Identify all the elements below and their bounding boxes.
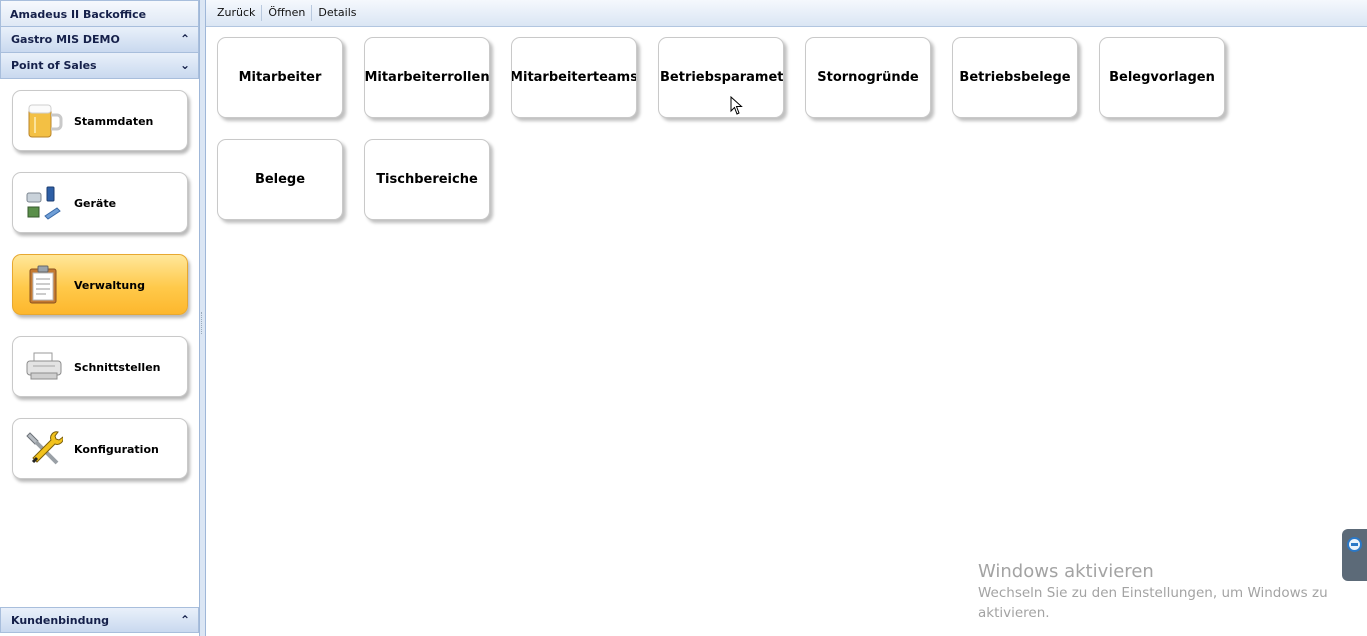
group-header-label: Kundenbindung <box>11 614 110 627</box>
tile-mitarbeiterrollen[interactable]: Mitarbeiterrollen <box>364 37 490 118</box>
devices-icon <box>26 186 61 220</box>
splitter-grip-icon <box>201 312 204 334</box>
watermark-subtitle: Wechseln Sie zu den Einstellungen, um Wi… <box>978 585 1328 621</box>
sidebar-item-konfiguration[interactable]: Konfiguration <box>12 418 188 479</box>
group-header-label: Point of Sales <box>11 59 97 72</box>
remote-support-handle[interactable] <box>1342 529 1367 581</box>
navigation-sidebar: Amadeus II Backoffice Gastro MIS DEMO ⌃ … <box>0 0 200 636</box>
mouse-cursor-icon <box>730 96 743 115</box>
chevron-up-icon: ⌃ <box>179 32 190 46</box>
tools-icon <box>26 431 63 465</box>
beer-mug-icon <box>28 104 63 138</box>
tile-betriebsparameter[interactable]: Betriebsparameter <box>658 37 784 118</box>
sidebar-item-label: Schnittstellen <box>74 361 161 374</box>
open-button[interactable]: Öffnen <box>262 5 313 21</box>
group-header-point-of-sales[interactable]: Point of Sales ⌄ <box>0 53 199 79</box>
remote-support-icon <box>1347 537 1362 552</box>
tile-belegvorlagen[interactable]: Belegvorlagen <box>1099 37 1225 118</box>
sidebar-item-label: Konfiguration <box>74 443 159 456</box>
tile-tischbereiche[interactable]: Tischbereiche <box>364 139 490 220</box>
group-header-gastro-mis-demo[interactable]: Gastro MIS DEMO ⌃ <box>0 27 199 53</box>
chevron-down-icon: ⌄ <box>179 58 190 72</box>
chevron-up-icon: ⌃ <box>179 613 190 627</box>
details-button[interactable]: Details <box>312 5 362 21</box>
tile-belege[interactable]: Belege <box>217 139 343 220</box>
sidebar-item-label: Stammdaten <box>74 115 154 128</box>
group-header-kundenbindung[interactable]: Kundenbindung ⌃ <box>0 607 199 633</box>
sidebar-item-stammdaten[interactable]: Stammdaten <box>12 90 188 151</box>
watermark-title: Windows aktivieren <box>978 561 1154 582</box>
sidebar-item-geraete[interactable]: Geräte <box>12 172 188 233</box>
windows-activation-watermark: Windows aktivieren Wechseln Sie zu den E… <box>978 561 1338 623</box>
sidebar-tile-list: Stammdaten Geräte Verwaltung Schnittstel… <box>0 80 199 600</box>
tile-mitarbeiterteams[interactable]: Mitarbeiterteams <box>511 37 637 118</box>
tile-mitarbeiter[interactable]: Mitarbeiter <box>217 37 343 118</box>
group-header-label: Gastro MIS DEMO <box>11 33 120 46</box>
tile-betriebsbelege[interactable]: Betriebsbelege <box>952 37 1078 118</box>
printer-icon <box>26 352 62 380</box>
sidebar-item-label: Geräte <box>74 197 117 210</box>
sidebar-item-verwaltung[interactable]: Verwaltung <box>12 254 188 315</box>
clipboard-icon <box>29 265 57 304</box>
app-title: Amadeus II Backoffice <box>0 0 199 27</box>
sidebar-item-schnittstellen[interactable]: Schnittstellen <box>12 336 188 397</box>
toolbar: Zurück Öffnen Details <box>206 0 1367 27</box>
sidebar-item-label: Verwaltung <box>74 279 145 292</box>
back-button[interactable]: Zurück <box>211 5 263 21</box>
main-content: Zurück Öffnen Details Mitarbeiter Mitarb… <box>205 0 1367 636</box>
tile-stornogruende[interactable]: Stornogründe <box>805 37 931 118</box>
